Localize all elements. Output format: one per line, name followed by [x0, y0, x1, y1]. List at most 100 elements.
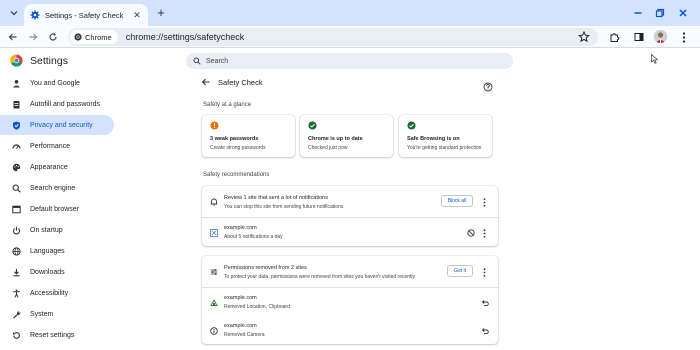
glance-card-passwords[interactable]: 3 weak passwords Create strong passwords — [202, 115, 295, 157]
got-it-button[interactable]: Got it — [447, 265, 473, 277]
site-detail: Removed Camera — [224, 332, 265, 338]
back-nav-button[interactable] — [6, 30, 20, 44]
sidebar-item-label: Reset settings — [30, 331, 75, 339]
sidebar-item-appearance[interactable]: Appearance — [0, 157, 114, 177]
notifications-subtitle: You can stop this site from sending futu… — [224, 204, 344, 210]
puzzle-icon — [610, 32, 619, 42]
power-icon — [12, 226, 21, 235]
permission-site-row[interactable]: example.com Removed Location, Clipboard — [202, 288, 498, 316]
undo-icon[interactable] — [481, 327, 489, 335]
close-icon — [679, 9, 687, 17]
more-vert-icon[interactable] — [481, 228, 487, 238]
permission-site-row[interactable]: example.com Removed Camera — [202, 316, 498, 344]
sidebar-item-autofill[interactable]: Autofill and passwords — [0, 94, 114, 114]
check-circle-icon — [407, 121, 416, 130]
site-favicon-icon — [210, 299, 218, 307]
permissions-header-row: Permissions removed from 2 sites To prot… — [202, 256, 498, 287]
arrow-right-icon — [29, 33, 38, 41]
site-detail: Removed Location, Clipboard — [224, 304, 290, 310]
sidebar-item-label: Downloads — [30, 268, 65, 276]
sidebar-item-privacy-security[interactable]: Privacy and security — [0, 115, 114, 135]
sidebar-item-label: System — [30, 310, 54, 318]
notifications-header-row: Review 1 site that sent a lot of notific… — [202, 186, 498, 217]
minimize-button[interactable] — [631, 6, 645, 20]
sidebar-item-accessibility[interactable]: Accessibility — [0, 283, 114, 303]
toolbar: Chrome chrome://settings/safetycheck — [0, 26, 700, 48]
search-icon — [12, 184, 21, 193]
sidebar-item-search-engine[interactable]: Search engine — [0, 178, 114, 198]
site-detail: About 5 notifications a day — [224, 234, 283, 240]
settings-gear-icon — [30, 10, 40, 20]
sidebar-item-performance[interactable]: Performance — [0, 136, 114, 156]
bookmark-star-icon[interactable] — [578, 31, 590, 43]
avatar[interactable] — [654, 30, 667, 43]
download-icon — [12, 268, 21, 277]
search-placeholder: Search — [206, 57, 229, 65]
chevron-down-icon — [10, 11, 18, 16]
new-tab-button[interactable]: + — [154, 6, 168, 20]
person-icon — [12, 79, 21, 88]
restore-button[interactable] — [653, 6, 667, 20]
address-bar[interactable]: Chrome chrome://settings/safetycheck — [68, 28, 598, 46]
tab-search-button[interactable] — [6, 6, 22, 20]
side-panel-button[interactable] — [632, 30, 646, 44]
sidebar-item-reset-settings[interactable]: Reset settings — [0, 325, 114, 345]
clipboard-icon — [12, 100, 21, 109]
block-icon[interactable] — [467, 229, 475, 237]
glance-card-safe-browsing[interactable]: Safe Browsing is on You're getting stand… — [399, 115, 492, 157]
sidebar-item-downloads[interactable]: Downloads — [0, 262, 114, 282]
site-chip[interactable]: Chrome — [70, 30, 118, 44]
browser-icon — [12, 205, 21, 214]
sidebar-item-label: You and Google — [30, 79, 80, 87]
forward-nav-button[interactable] — [26, 30, 40, 44]
reset-icon — [12, 331, 21, 340]
notifications-title: Review 1 site that sent a lot of notific… — [224, 195, 328, 201]
mouse-cursor-icon — [651, 54, 659, 64]
back-arrow-icon[interactable] — [201, 77, 211, 87]
side-panel-icon — [634, 33, 644, 41]
glance-card-updates[interactable]: Chrome is up to date Checked just now — [300, 115, 393, 157]
wrench-icon — [12, 310, 21, 319]
check-circle-icon — [308, 121, 317, 130]
notification-site-row[interactable]: example.com About 5 notifications a day — [202, 218, 498, 246]
sidebar-item-you-and-google[interactable]: You and Google — [0, 73, 114, 93]
sidebar-item-languages[interactable]: Languages — [0, 241, 114, 261]
close-window-button[interactable] — [676, 6, 690, 20]
undo-icon[interactable] — [481, 299, 489, 307]
notifications-review-card: Review 1 site that sent a lot of notific… — [202, 186, 498, 246]
tab-settings[interactable]: Settings - Safety Check ✕ — [24, 4, 148, 26]
sidebar-item-label: Search engine — [30, 184, 76, 192]
chrome-logo-icon — [10, 54, 23, 67]
sidebar-item-default-browser[interactable]: Default browser — [0, 199, 114, 219]
settings-title: Settings — [30, 55, 68, 67]
menu-button[interactable] — [677, 30, 691, 44]
tune-icon — [210, 268, 218, 276]
sidebar-item-on-startup[interactable]: On startup — [0, 220, 114, 240]
more-vert-icon[interactable] — [481, 197, 487, 207]
permissions-removed-card: Permissions removed from 2 sites To prot… — [202, 256, 498, 344]
reload-icon — [49, 33, 57, 41]
block-all-button[interactable]: Block all — [441, 195, 473, 207]
help-icon[interactable] — [483, 82, 493, 92]
restore-icon — [655, 8, 665, 18]
extensions-button[interactable] — [607, 30, 621, 44]
sidebar-item-label: Privacy and security — [30, 121, 93, 129]
palette-icon — [12, 163, 21, 172]
page-title: Safety Check — [218, 78, 263, 87]
site-name: example.com — [224, 225, 257, 231]
tab-strip: Settings - Safety Check ✕ + — [0, 0, 700, 26]
close-icon[interactable]: ✕ — [132, 10, 142, 20]
more-vert-icon[interactable] — [481, 267, 487, 277]
recommendations-section-label: Safety recommendations — [203, 172, 270, 178]
reload-button[interactable] — [46, 30, 60, 44]
sidebar-item-label: Appearance — [30, 163, 68, 171]
url-text[interactable]: chrome://settings/safetycheck — [126, 32, 245, 42]
sidebar-item-system[interactable]: System — [0, 304, 114, 324]
glance-card-title: 3 weak passwords — [210, 136, 259, 142]
profile-avatar-icon — [654, 30, 667, 43]
minimize-icon — [634, 12, 642, 14]
glance-card-title: Chrome is up to date — [308, 136, 363, 142]
settings-search-input[interactable]: Search — [186, 53, 513, 69]
permissions-title: Permissions removed from 2 sites — [224, 265, 307, 271]
glance-card-subtitle: Checked just now — [308, 145, 348, 151]
